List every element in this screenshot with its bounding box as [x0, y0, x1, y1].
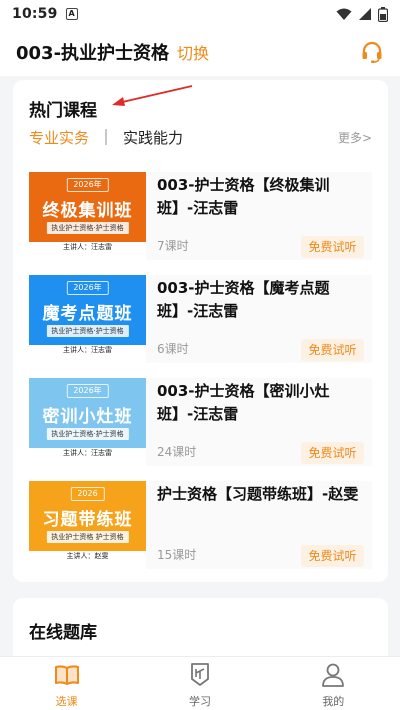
battery-icon [378, 6, 388, 22]
course-info: 003-护士资格【密训小灶班】-汪志雷 24课时 免费试听 [146, 378, 372, 466]
course-thumbnail[interactable]: 2026年 魔考点题班 执业护士资格·护士资格 主讲人：汪志雷 [29, 275, 146, 363]
course-item[interactable]: 2026 习题带练班 执业护士资格 护士资格 主讲人：赵雯 护士资格【习题带练班… [29, 481, 372, 569]
thumb-title: 密训小灶班 [42, 407, 133, 427]
thumb-title: 习题带练班 [42, 510, 133, 530]
thumb-lecturer: 主讲人：赵雯 [66, 552, 109, 560]
course-thumbnail[interactable]: 2026 习题带练班 执业护士资格 护士资格 主讲人：赵雯 [29, 481, 146, 569]
course-lessons: 15课时 [157, 548, 197, 562]
hot-courses-title: 热门课程 [29, 101, 97, 121]
thumb-subtitle: 执业护士资格·护士资格 [46, 428, 129, 440]
course-info: 护士资格【习题带练班】-赵雯 15课时 免费试听 [146, 481, 372, 569]
free-trial-button[interactable]: 免费试听 [301, 236, 364, 258]
a-notification-icon: A [65, 8, 78, 20]
book-open-icon [54, 665, 79, 685]
thumb-lecturer: 主讲人：汪志雷 [63, 243, 112, 251]
nav-label: 选课 [55, 695, 78, 708]
thumb-lecturer: 主讲人：汪志雷 [63, 346, 112, 354]
user-icon [322, 663, 345, 687]
thumb-year: 2026年 [66, 281, 109, 295]
nav-study[interactable]: 学习 [133, 657, 266, 710]
tab-divider [105, 129, 108, 145]
bottom-nav: 选课 学习 我的 [0, 656, 400, 710]
thumb-year: 2026 [70, 487, 105, 501]
course-tabs: 专业实务 实践能力 更多> [29, 125, 372, 149]
tab-professional-practice[interactable]: 专业实务 [29, 127, 89, 148]
nav-label: 我的 [322, 695, 345, 708]
tab-practical-ability[interactable]: 实践能力 [123, 127, 183, 148]
course-info: 003-护士资格【终极集训班】-汪志雷 7课时 免费试听 [146, 172, 372, 260]
course-name[interactable]: 003-护士资格【密训小灶班】-汪志雷 [157, 380, 364, 426]
free-trial-button[interactable]: 免费试听 [301, 545, 364, 567]
signal-icon [359, 8, 371, 20]
status-bar: 10:59 A [0, 0, 400, 28]
thumb-year: 2026年 [66, 178, 109, 192]
thumb-year: 2026年 [66, 384, 109, 398]
red-arrow-icon [112, 85, 193, 106]
app-header: 003-执业护士资格 切换 [0, 28, 400, 76]
course-name[interactable]: 003-护士资格【魔考点题班】-汪志雷 [157, 277, 364, 323]
course-info: 003-护士资格【魔考点题班】-汪志雷 6课时 免费试听 [146, 275, 372, 363]
free-trial-button[interactable]: 免费试听 [301, 339, 364, 361]
thumb-subtitle: 执业护士资格·护士资格 [46, 222, 129, 234]
course-item[interactable]: 2026年 终极集训班 执业护士资格·护士资格 主讲人：汪志雷 003-护士资格… [29, 172, 372, 260]
exam-title: 003-执业护士资格 [16, 43, 170, 64]
course-thumbnail[interactable]: 2026年 终极集训班 执业护士资格·护士资格 主讲人：汪志雷 [29, 172, 146, 260]
hot-courses-card: 热门课程 专业实务 实践能力 更多> 2026年 终极集训班 执业护士资格·护士… [13, 80, 388, 582]
wifi-icon [336, 8, 352, 20]
course-name[interactable]: 护士资格【习题带练班】-赵雯 [157, 483, 364, 506]
thumb-title: 魔考点题班 [42, 304, 133, 324]
thumb-subtitle: 执业护士资格·护士资格 [46, 325, 129, 337]
more-link[interactable]: 更多> [338, 129, 372, 146]
thumb-lecturer: 主讲人：汪志雷 [63, 449, 112, 457]
headset-icon[interactable] [360, 40, 384, 64]
thumb-subtitle: 执业护士资格 护士资格 [46, 531, 129, 543]
thumb-title: 终极集训班 [42, 201, 133, 221]
course-name[interactable]: 003-护士资格【终极集训班】-汪志雷 [157, 174, 364, 220]
course-item[interactable]: 2026年 密训小灶班 执业护士资格·护士资格 主讲人：汪志雷 003-护士资格… [29, 378, 372, 466]
nav-mine[interactable]: 我的 [267, 657, 400, 710]
course-item[interactable]: 2026年 魔考点题班 执业护士资格·护士资格 主讲人：汪志雷 003-护士资格… [29, 275, 372, 363]
status-indicators [336, 6, 388, 22]
course-lessons: 24课时 [157, 445, 197, 459]
free-trial-button[interactable]: 免费试听 [301, 442, 364, 464]
online-bank-title: 在线题库 [29, 623, 97, 643]
nav-select-course[interactable]: 选课 [0, 657, 133, 710]
course-lessons: 7课时 [157, 239, 189, 253]
course-lessons: 6课时 [157, 342, 189, 356]
course-thumbnail[interactable]: 2026年 密训小灶班 执业护士资格·护士资格 主讲人：汪志雷 [29, 378, 146, 466]
switch-exam-button[interactable]: 切换 [177, 40, 209, 64]
nav-label: 学习 [188, 695, 211, 708]
study-badge-icon [191, 663, 209, 686]
status-time: 10:59 [12, 6, 58, 22]
